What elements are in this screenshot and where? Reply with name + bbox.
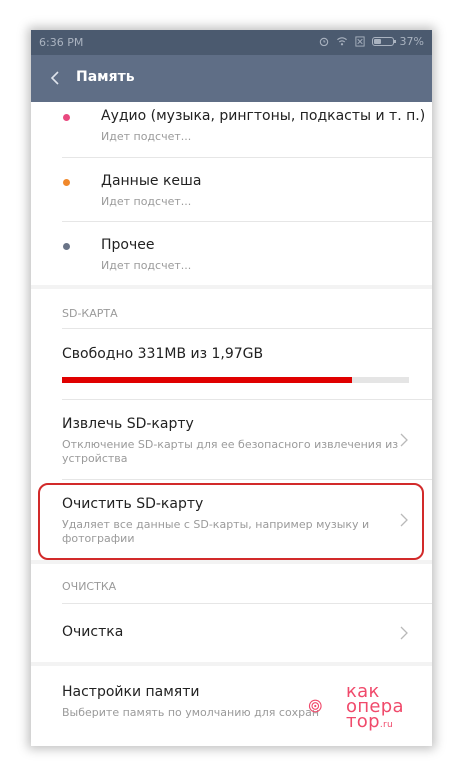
item-subtitle-line1: Отключение SD-карты для ее безопасного и… [62, 438, 399, 451]
item-title: Аудио (музыка, рингтоны, подкасты и т. п… [101, 108, 426, 124]
highlight-frame [38, 483, 424, 560]
other-dot [63, 243, 70, 250]
alarm-icon [319, 37, 328, 47]
item-subtitle-line2: устройства [62, 452, 128, 465]
watermark-line3: тор.ru [346, 713, 393, 734]
item-subtitle: Идет подсчет... [101, 130, 192, 143]
watermark-suffix: .ru [379, 720, 393, 730]
item-subtitle: Идет подсчет... [101, 195, 192, 208]
sd-free-space: Свободно 331MB из 1,97GB [62, 346, 264, 362]
watermark-line3-text: тор [346, 711, 380, 732]
sd-usage-fill [62, 377, 353, 383]
cache-dot [63, 179, 70, 186]
battery-icon [371, 37, 396, 46]
watermark-logo-icon [308, 699, 322, 713]
page-title: Память [76, 69, 135, 85]
item-title: Данные кеша [101, 173, 202, 189]
app-bar: Память [31, 55, 432, 102]
status-time: 6:36 PM [39, 36, 84, 49]
list-item-other[interactable]: Прочее Идет подсчет... [31, 222, 432, 286]
section-separator [31, 560, 432, 564]
section-header-sd: SD-КАРТА [62, 307, 118, 320]
item-title: Извлечь SD-карту [62, 416, 194, 432]
battery-percent: 37% [399, 35, 424, 48]
status-bar: 6:36 PM 37% [31, 30, 432, 55]
cleanup-item[interactable]: Очистка [31, 604, 432, 662]
sim-icon [354, 36, 365, 47]
sd-usage-bar [62, 377, 409, 383]
wifi-icon [336, 37, 347, 46]
audio-dot [63, 114, 70, 121]
section-separator [31, 285, 432, 289]
item-subtitle: Выберите память по умолчанию для сохран [62, 706, 320, 719]
item-title: Настройки памяти [62, 684, 200, 700]
chevron-right-icon [400, 626, 408, 640]
item-title: Очистка [62, 624, 124, 640]
divider [62, 328, 432, 329]
item-title: Прочее [101, 237, 155, 253]
list-item-cache[interactable]: Данные кеша Идет подсчет... [31, 158, 432, 222]
chevron-left-icon[interactable] [48, 70, 64, 86]
item-subtitle: Идет подсчет... [101, 259, 192, 272]
chevron-right-icon [400, 433, 408, 447]
section-header-cleanup: ОЧИСТКА [62, 580, 117, 593]
phone-screen: 6:36 PM 37% Память Аудио (музыка, рингто… [31, 30, 432, 746]
list-item-audio[interactable]: Аудио (музыка, рингтоны, подкасты и т. п… [31, 102, 432, 159]
eject-sd-item[interactable]: Извлечь SD-карту Отключение SD-карты для… [31, 400, 432, 480]
status-icons: 37% [318, 35, 424, 48]
